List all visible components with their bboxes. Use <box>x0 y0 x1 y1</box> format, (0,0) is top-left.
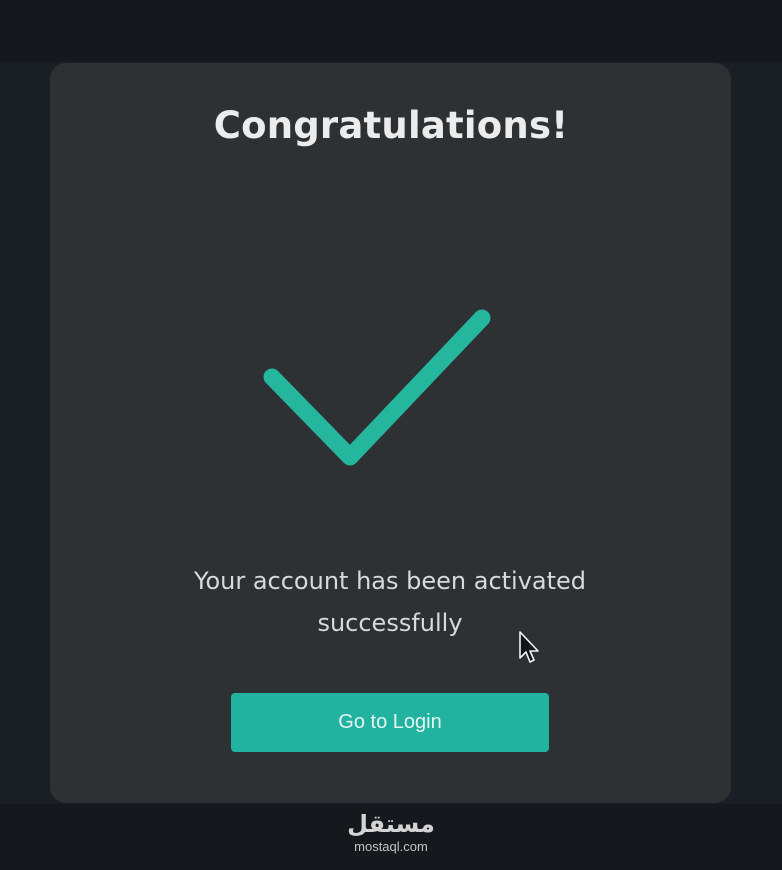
top-letterbox <box>0 0 782 62</box>
checkmark-icon <box>263 309 491 466</box>
go-to-login-button[interactable]: Go to Login <box>231 693 549 752</box>
activation-message: Your account has been activated successf… <box>193 567 587 637</box>
page-title: Congratulations! <box>213 104 569 147</box>
watermark-domain: mostaql.com <box>354 839 428 854</box>
watermark-logo: مستقل <box>347 810 435 838</box>
watermark: مستقل mostaql.com <box>331 808 451 854</box>
mouse-cursor-icon <box>519 631 539 663</box>
